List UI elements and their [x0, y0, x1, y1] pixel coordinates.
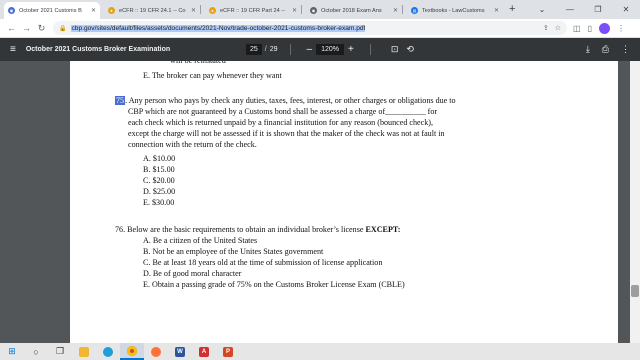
- tab-october-2021-exam[interactable]: ◉ October 2021 Customs B ✕: [4, 2, 100, 19]
- tab-divider: [301, 5, 302, 14]
- scrollbar[interactable]: [630, 61, 640, 343]
- word-icon[interactable]: W: [168, 343, 192, 360]
- question-75-choice-a: A. $10.00: [143, 154, 176, 163]
- question-76-choice-e: E. Obtain a passing grade of 75% on the …: [143, 280, 405, 289]
- question-76-choice-b: B. Not be an employee of the Unites Stat…: [143, 247, 324, 256]
- pdf-toolbar: ≡ October 2021 Customs Broker Examinatio…: [0, 38, 640, 61]
- tab-divider: [402, 5, 403, 14]
- book-icon: ▤: [411, 7, 418, 14]
- toolbar-divider: [289, 44, 291, 55]
- bookmark-star-icon[interactable]: ☆: [555, 24, 561, 32]
- question-75-choice-d: D. $25.00: [143, 187, 176, 196]
- tab-ecfr-24-1[interactable]: ● eCFR :: 19 CFR 24.1 -- Co ✕: [104, 2, 200, 19]
- search-icon[interactable]: ○: [24, 343, 48, 360]
- tab-title: eCFR :: 19 CFR 24.1 -- Co: [119, 7, 186, 14]
- close-tab-icon[interactable]: ✕: [91, 7, 96, 14]
- firefox-icon[interactable]: [144, 343, 168, 360]
- acrobat-icon[interactable]: A: [192, 343, 216, 360]
- profile-avatar[interactable]: [598, 22, 610, 34]
- edge-icon[interactable]: [96, 343, 120, 360]
- zoom-out-button[interactable]: –: [307, 44, 313, 55]
- document-icon: ◉: [8, 7, 15, 14]
- url-selected-text: cbp.gov/sites/default/files/assets/docum…: [71, 24, 366, 32]
- scrollbar-thumb[interactable]: [631, 285, 639, 297]
- tab-title: eCFR :: 19 CFR Part 24 --: [220, 7, 285, 14]
- close-tab-icon[interactable]: ✕: [292, 7, 297, 14]
- toolbar-divider: [369, 44, 371, 55]
- minimize-icon[interactable]: —: [556, 5, 584, 14]
- sidepanel-icon[interactable]: ▯: [588, 24, 592, 33]
- reload-icon[interactable]: ↻: [34, 23, 49, 34]
- fit-to-page-icon[interactable]: ⊡: [391, 44, 399, 55]
- question-75-line-2: CBP which are not guaranteed by a Custom…: [128, 107, 438, 116]
- share-icon[interactable]: ⇪: [543, 24, 549, 32]
- question-76-text: 76. Below are the basic requirements to …: [115, 225, 366, 234]
- previous-choice-e: E. The broker can pay whenever they want: [143, 71, 282, 80]
- close-tab-icon[interactable]: ✕: [393, 7, 398, 14]
- forward-icon[interactable]: →: [19, 23, 34, 33]
- question-75-text: . Any person who pays by check any dutie…: [125, 96, 456, 105]
- new-tab-button[interactable]: +: [509, 4, 515, 15]
- question-76-choice-a: A. Be a citizen of the United States: [143, 236, 258, 245]
- question-76-except: EXCEPT:: [365, 225, 401, 234]
- tab-title: Textbooks - LawCustoms: [422, 7, 485, 14]
- windows-taskbar: ⊞ ○ ❐ W A P: [0, 343, 640, 360]
- powerpoint-icon[interactable]: P: [216, 343, 240, 360]
- maximize-icon[interactable]: ❐: [584, 5, 612, 14]
- tab-ecfr-part-24[interactable]: ● eCFR :: 19 CFR Part 24 -- ✕: [205, 2, 301, 19]
- rotate-icon[interactable]: ⟲: [406, 44, 414, 55]
- question-76-stem: 76. Below are the basic requirements to …: [115, 225, 400, 235]
- tab-divider: [200, 5, 201, 14]
- question-75-choice-c: C. $20.00: [143, 176, 175, 185]
- tab-textbooks-lawcustoms[interactable]: ▤ Textbooks - LawCustoms ✕: [407, 2, 503, 19]
- windows-start-icon[interactable]: ⊞: [0, 343, 24, 360]
- zoom-level-input[interactable]: 120%: [316, 44, 345, 55]
- zoom-in-button[interactable]: +: [348, 44, 354, 55]
- tab-title: October 2018 Exam Ans: [321, 7, 382, 14]
- close-window-icon[interactable]: ✕: [612, 5, 640, 14]
- menu-dots-icon[interactable]: ⋮: [617, 24, 625, 33]
- question-76-choice-d: D. Be of good moral character: [143, 269, 242, 278]
- tab-search-icon[interactable]: ⌄: [528, 5, 556, 14]
- question-76-choice-c: C. Be at least 18 years old at the time …: [143, 258, 383, 267]
- download-icon[interactable]: ⤓: [586, 44, 590, 55]
- total-pages: 29: [269, 46, 278, 53]
- page-separator: /: [264, 46, 267, 53]
- page-controls: 25 / 29 – 120% + ⊡ ⟲: [246, 38, 414, 61]
- window-controls: ⌄ — ❐ ✕: [528, 0, 640, 19]
- file-explorer-icon[interactable]: [72, 343, 96, 360]
- question-75-line-1: 75. Any person who pays by check any dut…: [115, 96, 456, 106]
- address-bar[interactable]: 🔒 cbp.gov/sites/default/files/assets/doc…: [53, 21, 567, 35]
- print-icon[interactable]: ⎙: [602, 44, 609, 55]
- lock-icon[interactable]: 🔒: [59, 25, 66, 32]
- more-options-icon[interactable]: ⋮: [621, 44, 630, 55]
- question-75-line-4: except the charge will not be assessed i…: [128, 129, 445, 138]
- extension-icon[interactable]: ◫: [573, 24, 581, 33]
- tab-title: October 2021 Customs B: [19, 7, 82, 14]
- ecfr-icon: ●: [108, 7, 115, 14]
- ecfr-icon: ●: [209, 7, 216, 14]
- question-75-choice-e: E. $30.00: [143, 198, 175, 207]
- pdf-page: will be reinstated E. The broker can pay…: [70, 61, 618, 343]
- question-75-number: 75: [115, 96, 126, 105]
- task-view-icon[interactable]: ❐: [48, 343, 72, 360]
- question-75-choice-b: B. $15.00: [143, 165, 175, 174]
- back-icon[interactable]: ←: [4, 23, 19, 33]
- navigation-bar: ← → ↻ 🔒 cbp.gov/sites/default/files/asse…: [0, 19, 640, 38]
- hamburger-menu-icon[interactable]: ≡: [10, 44, 16, 55]
- page-number-input[interactable]: 25: [246, 44, 262, 55]
- question-75-line-3: each check which is returned unpaid by a…: [128, 118, 433, 127]
- close-tab-icon[interactable]: ✕: [191, 7, 196, 14]
- question-75-line-5: connection with the return of the check.: [128, 140, 257, 149]
- close-tab-icon[interactable]: ✕: [494, 7, 499, 14]
- document-title: October 2021 Customs Broker Examination: [25, 46, 171, 53]
- document-icon: ◉: [310, 7, 317, 14]
- chrome-icon[interactable]: [120, 343, 144, 360]
- url-text[interactable]: cbp.gov/sites/default/files/assets/docum…: [71, 24, 366, 32]
- tab-october-2018-answers[interactable]: ◉ October 2018 Exam Ans ✕: [306, 2, 402, 19]
- tab-strip: ◉ October 2021 Customs B ✕ ● eCFR :: 19 …: [0, 0, 640, 19]
